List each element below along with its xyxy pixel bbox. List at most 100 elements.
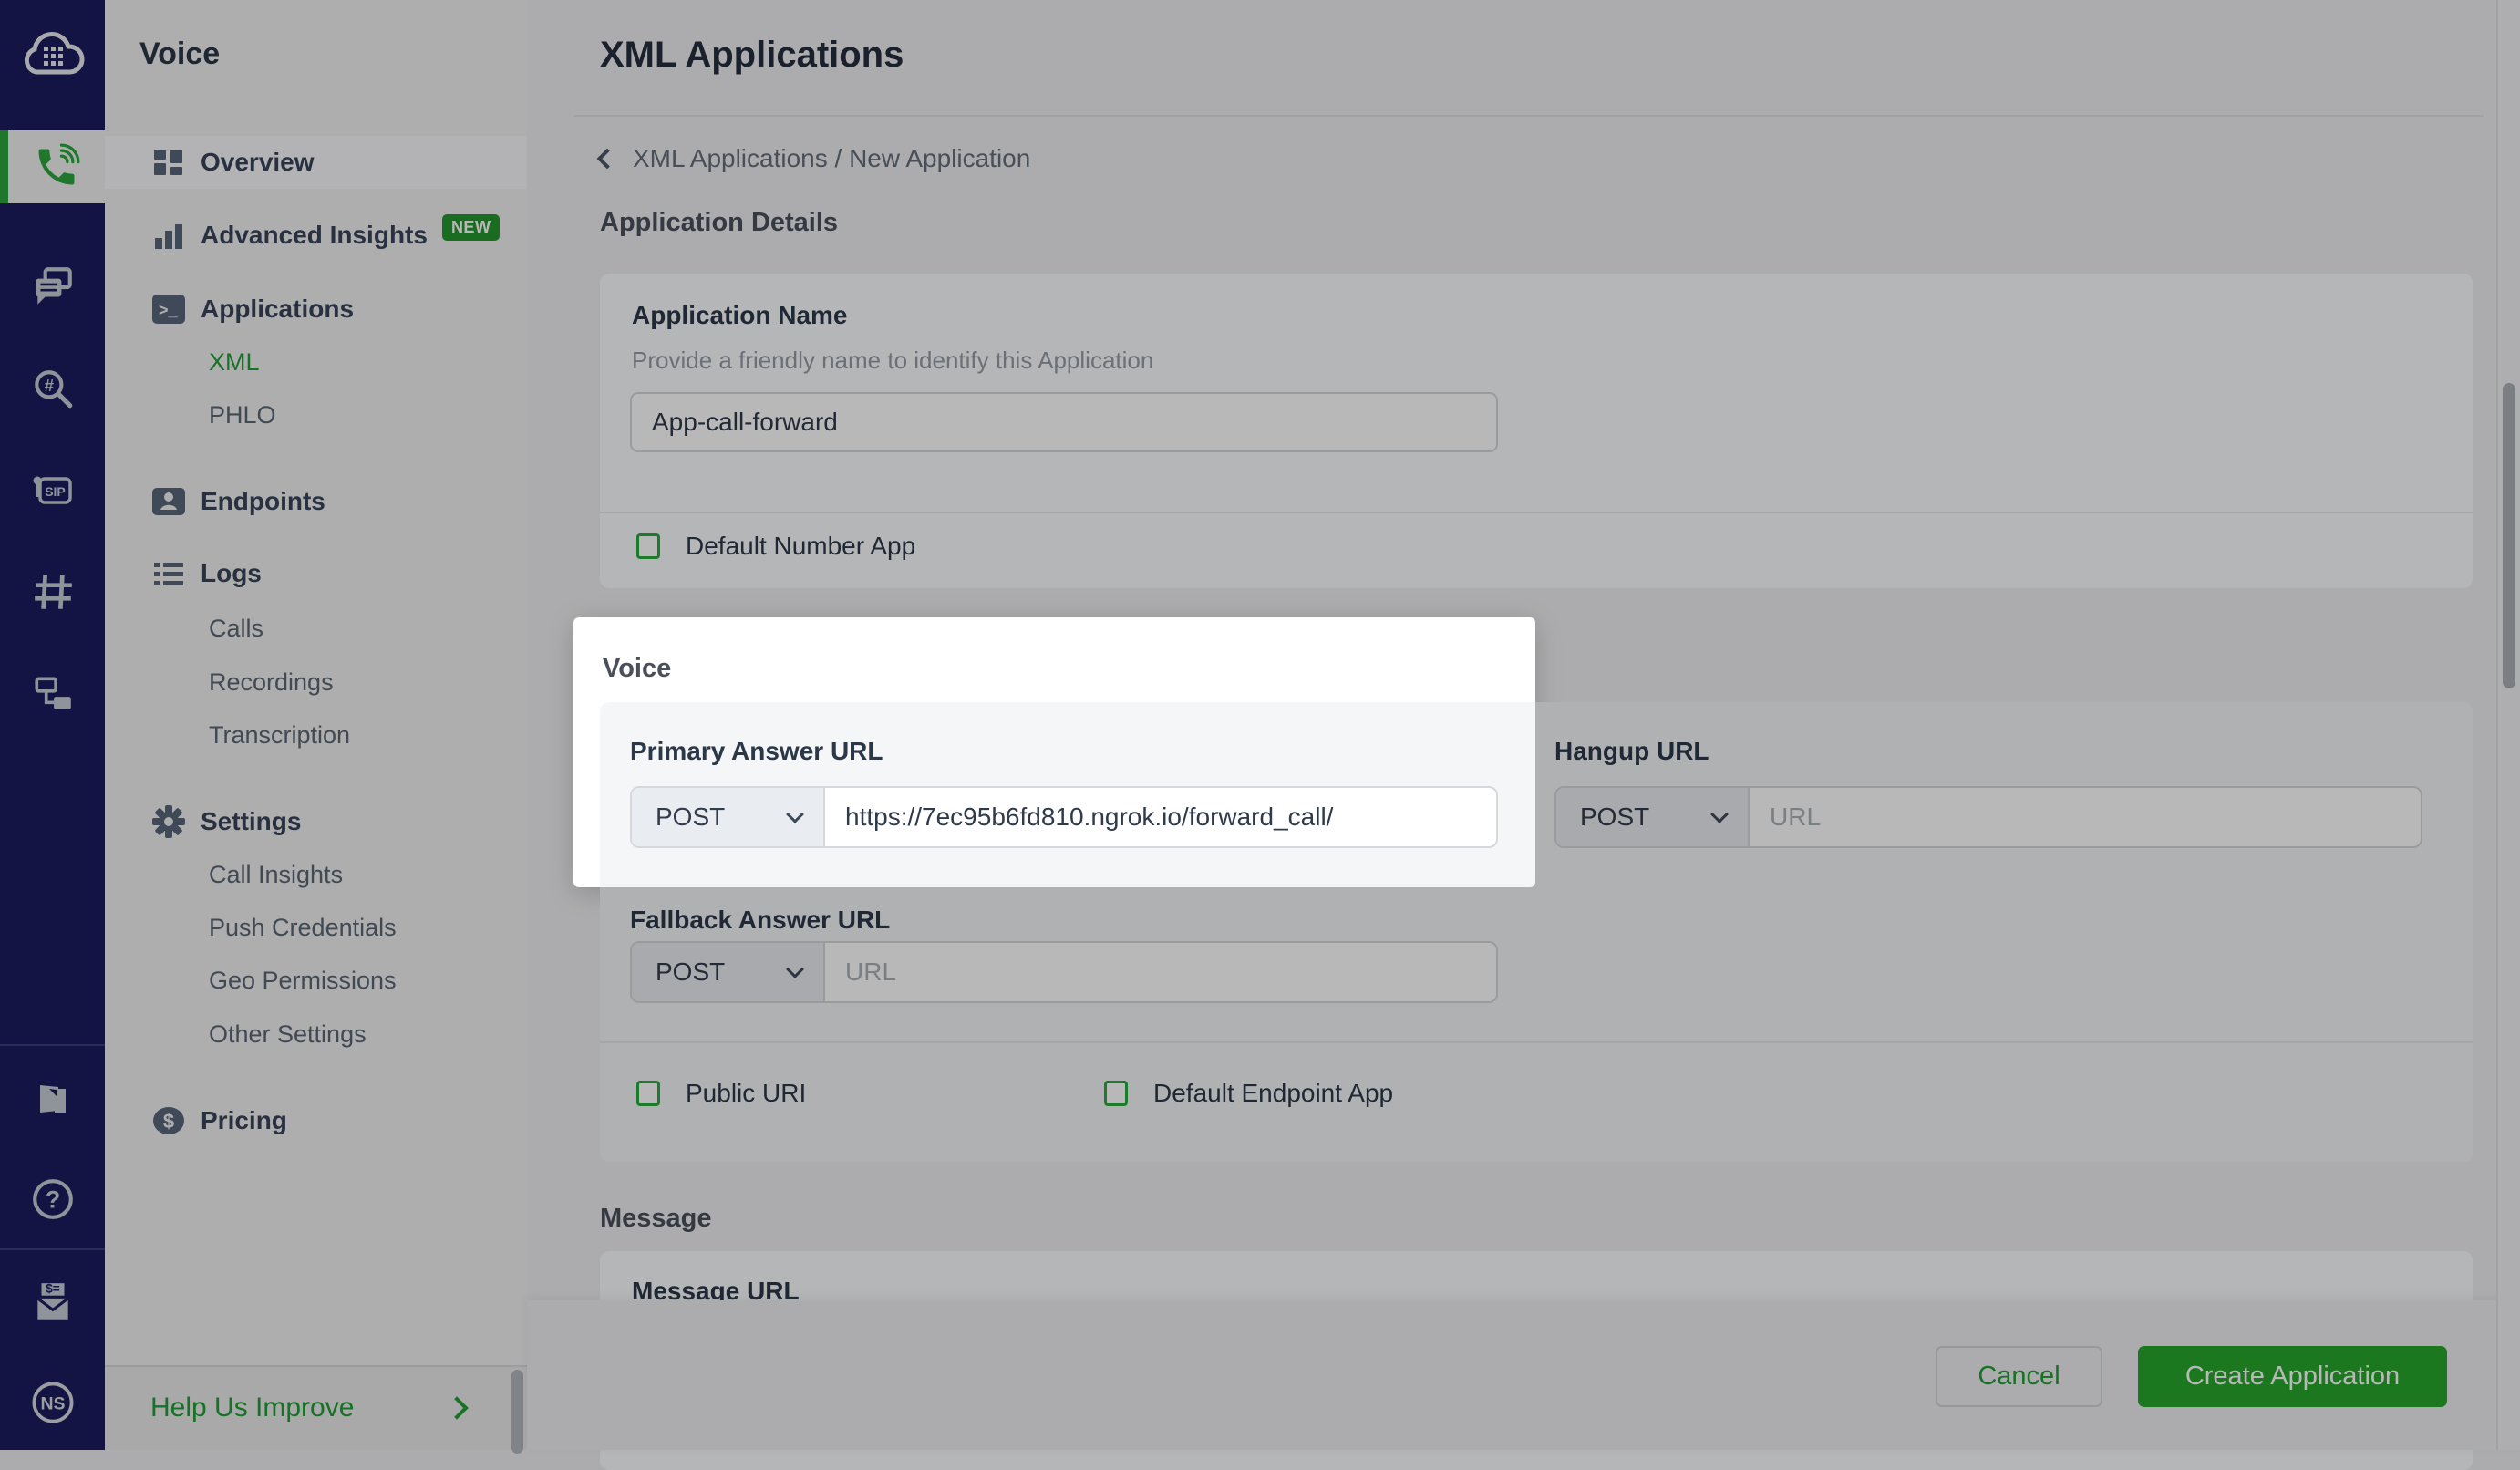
fallback-answer-url-group: POST — [630, 941, 1498, 1003]
sidebar-title: Voice — [139, 36, 221, 71]
section-message: Message — [600, 1204, 712, 1233]
primary-answer-url-label: Primary Answer URL — [630, 737, 883, 765]
default-endpoint-app-label: Default Endpoint App — [1153, 1079, 1394, 1107]
form-footer: Cancel Create Application — [527, 1300, 2520, 1450]
lookup-search-icon: # — [34, 370, 72, 409]
chevron-down-icon — [786, 960, 804, 978]
sidebar-item-geo-permissions[interactable]: Geo Permissions — [105, 954, 527, 1007]
bar-chart-icon — [146, 213, 191, 259]
voice-sidebar: Voice Overview Advanced Insights NEW >_ A… — [105, 0, 527, 1454]
sidebar-item-advanced-insights[interactable]: Advanced Insights NEW — [105, 210, 527, 263]
cancel-button[interactable]: Cancel — [1936, 1346, 2102, 1407]
rail-item-number-lookup[interactable]: # — [0, 353, 105, 426]
rail-item-account[interactable]: NS — [0, 1366, 105, 1439]
new-badge: NEW — [441, 214, 501, 241]
page-scrollbar-thumb[interactable] — [2503, 383, 2515, 688]
rail-divider — [0, 1044, 105, 1046]
sidebar-item-calls[interactable]: Calls — [105, 602, 527, 655]
primary-method-select[interactable]: POST — [632, 788, 825, 846]
public-uri-row[interactable]: Public URI — [636, 1079, 806, 1108]
sidebar-item-overview[interactable]: Overview — [105, 136, 527, 189]
chevron-down-icon — [786, 805, 804, 823]
terminal-icon: >_ — [146, 286, 191, 332]
back-chevron-icon — [596, 148, 618, 170]
page-title: XML Applications — [600, 35, 904, 75]
card-divider — [600, 512, 2473, 513]
default-number-app-checkbox[interactable] — [636, 533, 660, 559]
card-divider — [600, 1041, 2473, 1043]
help-us-improve-bar[interactable]: Help Us Improve — [105, 1365, 527, 1450]
list-icon — [146, 551, 191, 596]
sidebar-item-other-settings[interactable]: Other Settings — [105, 1008, 527, 1061]
create-application-button[interactable]: Create Application — [2138, 1346, 2447, 1407]
rail-item-docs[interactable] — [0, 1063, 105, 1136]
chevron-down-icon — [1710, 805, 1729, 823]
gear-icon — [146, 799, 191, 844]
sidebar-item-phlo[interactable]: PHLO — [105, 388, 527, 441]
default-endpoint-app-row[interactable]: Default Endpoint App — [1104, 1079, 1393, 1108]
rail-divider — [0, 1248, 105, 1250]
hangup-url-input[interactable] — [1750, 788, 2421, 846]
application-name-input[interactable] — [630, 392, 1498, 452]
primary-answer-url-input[interactable] — [825, 788, 1496, 846]
billing-envelope-icon: $= — [36, 1282, 69, 1320]
main-content: XML Applications XML Applications / New … — [527, 0, 2520, 1470]
sidebar-item-push-credentials[interactable]: Push Credentials — [105, 901, 527, 954]
application-name-help: Provide a friendly name to identify this… — [632, 347, 1154, 374]
primary-answer-url-group: POST — [630, 786, 1498, 848]
public-uri-label: Public URI — [686, 1079, 807, 1107]
sidebar-item-pricing[interactable]: $ Pricing — [105, 1094, 527, 1147]
application-name-label: Application Name — [632, 301, 848, 329]
chevron-right-icon — [445, 1396, 469, 1420]
sidebar-item-logs[interactable]: Logs — [105, 547, 527, 600]
sidebar-item-call-insights[interactable]: Call Insights — [105, 848, 527, 901]
default-number-app-row[interactable]: Default Number App — [636, 532, 915, 561]
default-number-app-label: Default Number App — [686, 532, 916, 560]
section-voice: Voice — [603, 654, 672, 683]
rail-item-workflow[interactable] — [0, 658, 105, 731]
breadcrumb[interactable]: XML Applications / New Application — [596, 144, 1030, 173]
account-avatar: NS — [32, 1382, 73, 1423]
fallback-method-select[interactable]: POST — [632, 943, 825, 1001]
sidebar-item-endpoints[interactable]: Endpoints — [105, 475, 527, 528]
sidebar-item-transcription[interactable]: Transcription — [105, 709, 527, 761]
page-scrollbar-track — [2496, 0, 2520, 1450]
endpoints-contact-icon — [146, 479, 191, 524]
rail-item-sip-trunking[interactable]: SIP — [0, 454, 105, 527]
header-divider — [574, 115, 2484, 117]
sidebar-item-applications[interactable]: >_ Applications — [105, 283, 527, 336]
svg-text:$=: $= — [46, 1282, 60, 1296]
sidebar-scrollbar-thumb[interactable] — [511, 1370, 523, 1454]
hash-icon — [34, 575, 72, 609]
rail-item-help[interactable]: ? — [0, 1163, 105, 1236]
voice-card: Primary Answer URL POST Hangup URL POST … — [600, 702, 2473, 1162]
dollar-circle-icon: $ — [146, 1098, 191, 1144]
svg-text:$: $ — [163, 1110, 174, 1133]
sidebar-item-recordings[interactable]: Recordings — [105, 656, 527, 709]
rail-item-voice[interactable] — [0, 130, 105, 203]
rail-item-billing[interactable]: $= — [0, 1266, 105, 1339]
plivo-logo[interactable] — [0, 14, 105, 96]
default-endpoint-app-checkbox[interactable] — [1104, 1081, 1128, 1106]
rail-item-phone-numbers[interactable] — [0, 555, 105, 628]
cloud-logo-icon — [24, 32, 85, 75]
product-rail: # SIP ? $= NS — [0, 0, 105, 1450]
fallback-answer-url-input[interactable] — [825, 943, 1496, 1001]
svg-text:#: # — [44, 376, 54, 395]
hangup-url-group: POST — [1554, 786, 2422, 848]
help-question-icon: ? — [32, 1179, 73, 1219]
public-uri-checkbox[interactable] — [636, 1081, 660, 1106]
application-details-card: Application Name Provide a friendly name… — [600, 274, 2473, 588]
svg-text:?: ? — [45, 1185, 60, 1213]
overview-grid-icon — [146, 140, 191, 185]
rail-item-messaging[interactable] — [0, 250, 105, 323]
sidebar-item-settings[interactable]: Settings — [105, 795, 527, 848]
svg-text:SIP: SIP — [45, 484, 66, 499]
svg-text:NS: NS — [40, 1394, 65, 1414]
workflow-icon — [34, 677, 71, 709]
docs-book-icon — [39, 1085, 66, 1113]
svg-text:>_: >_ — [159, 301, 179, 319]
sidebar-item-xml[interactable]: XML — [105, 336, 527, 388]
hangup-url-label: Hangup URL — [1554, 737, 1709, 765]
hangup-method-select[interactable]: POST — [1556, 788, 1750, 846]
